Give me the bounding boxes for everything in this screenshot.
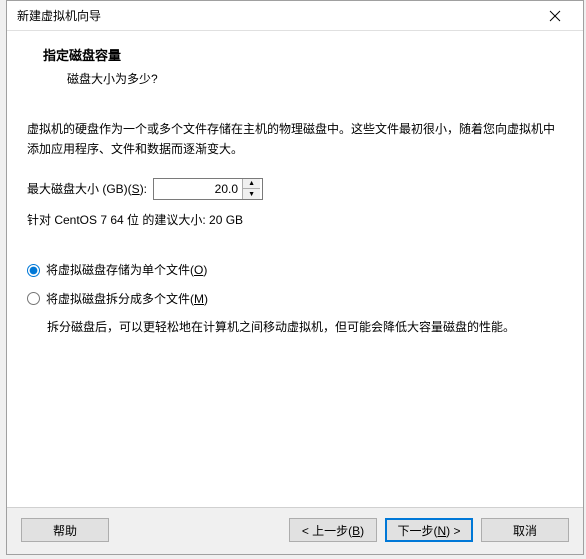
next-key: N bbox=[437, 524, 446, 538]
radio-split-description: 拆分磁盘后，可以更轻松地在计算机之间移动虚拟机，但可能会降低大容量磁盘的性能。 bbox=[47, 317, 563, 337]
header-subtitle: 磁盘大小为多少? bbox=[67, 70, 583, 87]
help-button[interactable]: 帮助 bbox=[21, 518, 109, 542]
close-button[interactable] bbox=[535, 2, 575, 30]
disk-size-label-suffix: ): bbox=[140, 182, 147, 196]
next-button[interactable]: 下一步(N) > bbox=[385, 518, 473, 542]
radio-split-suffix: ) bbox=[204, 292, 208, 306]
disk-size-row: 最大磁盘大小 (GB)(S): ▲ ▼ bbox=[27, 178, 563, 200]
radio-split-files-label: 将虚拟磁盘拆分成多个文件(M) bbox=[46, 289, 208, 309]
cancel-button[interactable]: 取消 bbox=[481, 518, 569, 542]
radio-split-files[interactable]: 将虚拟磁盘拆分成多个文件(M) bbox=[27, 289, 563, 309]
titlebar: 新建虚拟机向导 bbox=[7, 1, 583, 31]
radio-single-file[interactable]: 将虚拟磁盘存储为单个文件(O) bbox=[27, 260, 563, 280]
radio-split-key: M bbox=[194, 292, 204, 306]
spinner-down-button[interactable]: ▼ bbox=[243, 189, 260, 199]
wizard-header: 指定磁盘容量 磁盘大小为多少? bbox=[7, 31, 583, 99]
disk-size-label: 最大磁盘大小 (GB)(S): bbox=[27, 179, 147, 199]
window-title: 新建虚拟机向导 bbox=[17, 7, 101, 24]
disk-size-input[interactable] bbox=[154, 179, 242, 199]
radio-single-suffix: ) bbox=[203, 263, 207, 277]
radio-split-files-input[interactable] bbox=[27, 292, 40, 305]
radio-single-prefix: 将虚拟磁盘存储为单个文件( bbox=[46, 263, 194, 277]
radio-single-file-input[interactable] bbox=[27, 264, 40, 277]
back-button[interactable]: < 上一步(B) bbox=[289, 518, 377, 542]
spinner-up-button[interactable]: ▲ bbox=[243, 179, 260, 190]
next-prefix: 下一步( bbox=[397, 524, 437, 538]
close-icon bbox=[549, 10, 561, 22]
intro-text: 虚拟机的硬盘作为一个或多个文件存储在主机的物理磁盘中。这些文件最初很小，随着您向… bbox=[27, 119, 563, 160]
next-suffix: ) > bbox=[446, 524, 460, 538]
wizard-dialog: 新建虚拟机向导 指定磁盘容量 磁盘大小为多少? 虚拟机的硬盘作为一个或多个文件存… bbox=[6, 0, 584, 555]
back-prefix: < 上一步( bbox=[302, 524, 352, 538]
disk-storage-radio-group: 将虚拟磁盘存储为单个文件(O) 将虚拟磁盘拆分成多个文件(M) 拆分磁盘后，可以… bbox=[27, 260, 563, 337]
recommend-text: 针对 CentOS 7 64 位 的建议大小: 20 GB bbox=[27, 210, 563, 230]
spinner-buttons: ▲ ▼ bbox=[242, 179, 260, 199]
back-key: B bbox=[352, 524, 360, 538]
wizard-footer: 帮助 < 上一步(B) 下一步(N) > 取消 bbox=[7, 507, 583, 554]
radio-split-prefix: 将虚拟磁盘拆分成多个文件( bbox=[46, 292, 194, 306]
disk-size-spinner: ▲ ▼ bbox=[153, 178, 263, 200]
header-title: 指定磁盘容量 bbox=[43, 45, 583, 64]
disk-size-label-key: S bbox=[132, 182, 140, 196]
radio-single-file-label: 将虚拟磁盘存储为单个文件(O) bbox=[46, 260, 207, 280]
disk-size-label-prefix: 最大磁盘大小 (GB)( bbox=[27, 182, 132, 196]
back-suffix: ) bbox=[360, 524, 364, 538]
wizard-content: 虚拟机的硬盘作为一个或多个文件存储在主机的物理磁盘中。这些文件最初很小，随着您向… bbox=[7, 99, 583, 507]
radio-single-key: O bbox=[194, 263, 203, 277]
